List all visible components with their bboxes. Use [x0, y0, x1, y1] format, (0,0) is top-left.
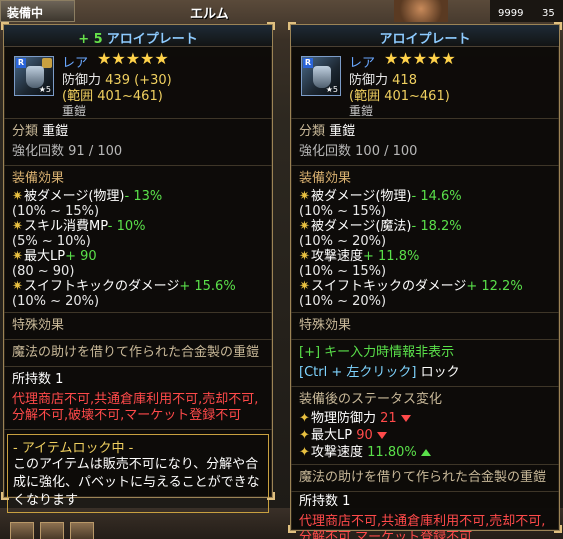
special-effects-header: 特殊効果	[12, 318, 65, 333]
effect-range: (10% ~ 20%)	[299, 234, 387, 249]
hint-lock-text: ロック	[420, 365, 460, 380]
status-change-header: 装備後のステータス変化	[299, 392, 443, 407]
hint-hide-info: [+] キー入力時情報非表示	[299, 345, 455, 360]
item-name: アロイプレート	[379, 32, 471, 47]
resource-bar: 9999 35	[490, 0, 563, 22]
item-type: 重鎧	[62, 104, 87, 118]
effect-item: ✷スキル消費MP- 10%	[12, 219, 146, 234]
effect-item: ✷被ダメージ(魔法)- 18.2%	[299, 219, 462, 234]
category-label: 分類	[12, 124, 39, 139]
toolbar-button[interactable]	[40, 522, 64, 539]
owned-label: 所持数	[299, 494, 339, 509]
effects-header: 装備効果	[299, 171, 352, 186]
status-change-item: ✦物理防御力 21	[291, 410, 559, 427]
effect-range: (10% ~ 15%)	[299, 264, 387, 279]
enhance-count-label: 強化回数	[12, 144, 65, 159]
restriction-text: 代理商店不可,共通倉庫利用不可,売却不可,分解不可,マーケット登録不可	[299, 514, 546, 539]
equipped-tab[interactable]: 装備中	[0, 0, 75, 22]
effect-range: (10% ~ 15%)	[299, 204, 387, 219]
armor-icon: R ★5	[14, 56, 54, 96]
effect-range: (10% ~ 20%)	[12, 294, 100, 309]
special-effects-header: 特殊効果	[299, 318, 352, 333]
owned-count: 1	[342, 494, 351, 509]
status-change-item: ✦攻撃速度 11.80%	[291, 444, 559, 461]
effect-item: ✷スイフトキックのダメージ+ 15.6%	[12, 279, 236, 294]
item-lock-notice: - アイテムロック中 - このアイテムは販売不可になり、分解や合成に強化、パベッ…	[7, 434, 269, 513]
effect-item: ✷被ダメージ(物理)- 13%	[12, 189, 163, 204]
star-rating: ★★★★★	[97, 49, 169, 68]
equipped-item-tooltip: + 5 アロイプレート R ★5 レア ★★★★★ 防御力 439 (+30) (…	[1, 22, 275, 513]
restriction-text: 代理商店不可,共通倉庫利用不可,売却不可,分解不可,破壊不可,マーケット登録不可	[12, 392, 259, 423]
armor-icon: R ★5	[301, 56, 341, 96]
category-label: 分類	[299, 124, 326, 139]
owned-count: 1	[55, 372, 64, 387]
effect-item: ✷被ダメージ(物理)- 14.6%	[299, 189, 462, 204]
effect-range: (80 ~ 90)	[12, 264, 75, 279]
arrow-down-icon	[400, 415, 411, 422]
toolbar-button[interactable]	[70, 522, 94, 539]
compare-item-tooltip: アロイプレート R ★5 レア ★★★★★ 防御力 418 (範囲 401~46…	[288, 22, 562, 539]
enhance-count: 100 / 100	[355, 144, 418, 159]
arrow-down-icon	[376, 432, 387, 439]
status-change-item: ✦最大LP 90	[291, 427, 559, 444]
enhance-count-label: 強化回数	[299, 144, 352, 159]
effect-range: (10% ~ 15%)	[12, 204, 100, 219]
item-title: アロイプレート	[291, 25, 559, 47]
arrow-up-icon	[420, 449, 431, 456]
effects-header: 装備効果	[12, 171, 65, 186]
item-description: 魔法の助けを借りて作られた合金製の重鎧	[299, 470, 547, 485]
lock-title: - アイテムロック中 -	[13, 441, 134, 456]
effect-range: (10% ~ 20%)	[299, 294, 387, 309]
hint-lock-key: [Ctrl + 左クリック]	[299, 365, 417, 380]
lock-text: このアイテムは販売不可になり、分解や合成に強化、パベットに与えることができなくな…	[13, 457, 260, 508]
item-description: 魔法の助けを借りて作られた合金製の重鎧	[12, 345, 260, 360]
star-rating: ★★★★★	[384, 49, 456, 68]
lock-icon	[42, 58, 52, 68]
item-name: アロイプレート	[106, 32, 198, 47]
category-value: 重鎧	[42, 124, 69, 139]
effect-item: ✷スイフトキックのダメージ+ 12.2%	[299, 279, 523, 294]
effect-item: ✷最大LP+ 90	[12, 249, 97, 264]
owned-label: 所持数	[12, 372, 52, 387]
toolbar-button[interactable]	[10, 522, 34, 539]
effect-item: ✷攻撃速度+ 11.8%	[299, 249, 420, 264]
resource-count-1: 9999	[498, 8, 524, 19]
enhance-count: 91 / 100	[68, 144, 123, 159]
category-value: 重鎧	[329, 124, 356, 139]
item-type: 重鎧	[349, 104, 374, 118]
resource-count-2: 35	[542, 8, 555, 19]
effect-range: (5% ~ 10%)	[12, 234, 91, 249]
location-name: エルム	[190, 7, 229, 22]
enhance-level: + 5	[78, 32, 103, 47]
character-portrait	[394, 0, 448, 22]
item-title: + 5 アロイプレート	[4, 25, 272, 47]
